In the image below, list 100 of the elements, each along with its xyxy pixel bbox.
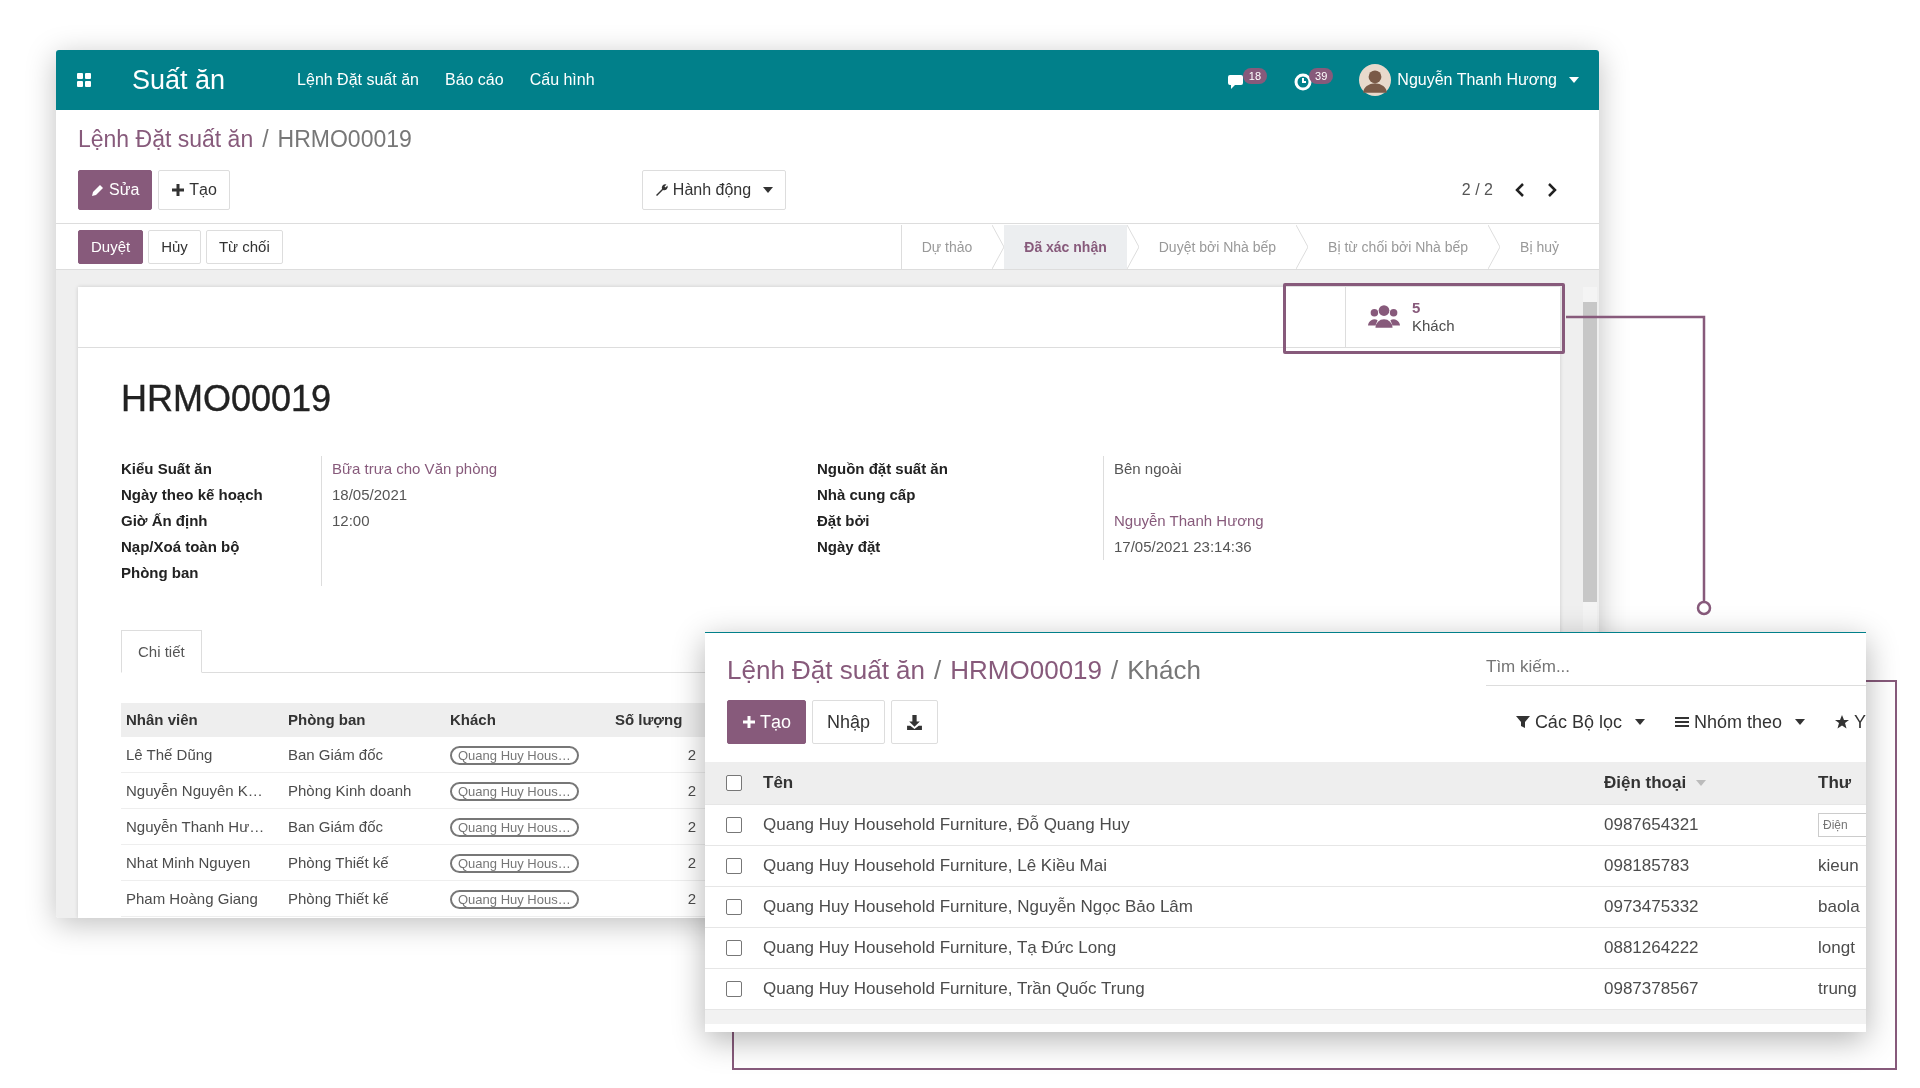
status-stage[interactable]: Duyệt bởi Nhà bếp [1138, 224, 1297, 269]
caret-icon [1795, 719, 1805, 725]
previous-icon[interactable] [1515, 183, 1525, 197]
header-button[interactable]: Từ chối [205, 229, 283, 264]
breadcrumb-separator: / [1111, 654, 1119, 686]
row-checkbox[interactable] [726, 981, 742, 997]
field-value: Bên ngoài [1114, 460, 1182, 477]
user-menu[interactable]: Nguyễn Thanh Hương [1359, 64, 1579, 96]
breadcrumb-separator: / [934, 654, 942, 686]
column-header[interactable]: Điện thoại [1604, 773, 1818, 793]
field-label: Nguồn đặt suất ăn [817, 459, 949, 479]
guest-tag: Quang Huy Hous… [450, 818, 579, 837]
table-cell-text: Ban Giám đốc [287, 746, 385, 763]
table-cell-text: 2 [686, 818, 697, 835]
clock-icon [1293, 72, 1314, 92]
users-icon [1368, 304, 1400, 330]
menu-item[interactable]: Lệnh Đặt suất ăn [297, 71, 419, 89]
search-field[interactable]: Tìm kiếm... [1486, 653, 1866, 686]
guest-tag: Quang Huy Hous… [450, 890, 579, 909]
breadcrumb-link[interactable]: Lệnh Đặt suất ăn [78, 126, 254, 153]
table-cell-text: 0881264222 [1604, 938, 1700, 958]
breadcrumb-link[interactable]: HRMO00019 [950, 654, 1102, 686]
table-cell-text: Quang Huy Household Furniture, Trần Quốc Trung [763, 979, 1146, 999]
field-label: Giờ Ấn định [121, 511, 209, 531]
pencil-icon [91, 183, 105, 197]
table-cell-text: Lê Thế Dũng [125, 746, 214, 763]
table-cell-text: Quang Huy Household Furniture, Đỗ Quang Huy [763, 815, 1131, 835]
status-stage[interactable]: Dự thảo [901, 224, 993, 269]
list-icon [1674, 715, 1689, 729]
filters-dropdown[interactable]: Các Bộ lọc [1515, 711, 1645, 733]
row-checkbox[interactable] [726, 858, 742, 874]
guest-tag: Quang Huy Hous… [450, 746, 579, 765]
sort-icon [1696, 780, 1707, 786]
table-cell-text: 0987654321 [1604, 815, 1700, 835]
notebook-tab[interactable]: Chi tiết [121, 630, 202, 673]
table-cell-text: Nguyễn Thanh Hư… [125, 818, 266, 835]
field-label: Nạp/Xoá toàn bộ Phòng ban [121, 537, 241, 583]
row-checkbox[interactable] [726, 817, 742, 833]
breadcrumb-link[interactable]: Lệnh Đặt suất ăn [727, 654, 926, 686]
input-field[interactable]: Điện [1818, 813, 1866, 837]
table-cell-text: 0987378567 [1604, 979, 1700, 999]
row-checkbox[interactable] [726, 940, 742, 956]
caret-icon [1634, 719, 1645, 725]
field-label: Nhà cung cấp [817, 485, 917, 505]
table-cell-text: 0973475332 [1604, 897, 1700, 917]
apps-menu-icon[interactable] [76, 72, 92, 88]
breadcrumb-current: HRMO00019 [277, 126, 412, 153]
field-label: Kiểu Suất ăn [121, 459, 213, 479]
download-button[interactable] [891, 700, 939, 744]
column-header[interactable]: Tên [763, 773, 1604, 793]
notification-badge: 18 [1242, 68, 1268, 84]
favorites-dropdown[interactable]: Y [1835, 711, 1866, 733]
download-icon [906, 713, 924, 731]
select-all-checkbox[interactable] [726, 775, 742, 791]
table-cell-text: Quang Huy Household Furniture, Lê Kiều Mai [763, 856, 1108, 876]
field-value: 12:00 [332, 512, 370, 529]
column-header[interactable]: Số lượng [610, 711, 700, 728]
column-header[interactable]: Phòng ban [283, 711, 445, 728]
menu-item[interactable]: Cấu hình [529, 71, 595, 89]
header-button[interactable]: Duyệt [78, 229, 144, 264]
plus-icon [171, 183, 186, 197]
caret-icon [763, 187, 774, 193]
table-cell-text: 098185783 [1604, 856, 1691, 876]
table-cell-text: 2 [686, 782, 697, 799]
next-icon[interactable] [1547, 183, 1557, 197]
guest-tag: Quang Huy Hous… [450, 854, 579, 873]
pager-counter: 2 / 2 [1461, 181, 1493, 199]
star-icon [1835, 715, 1849, 729]
table-cell: baola [1818, 897, 1860, 917]
status-stage[interactable]: Đã xác nhận [1004, 224, 1127, 269]
create-button[interactable]: Tạo [727, 700, 807, 744]
table-cell-text: Phòng Thiết kế [287, 890, 390, 907]
messages-button[interactable]: 18 [1226, 68, 1268, 92]
table-cell: trung [1818, 979, 1857, 999]
group-by-dropdown[interactable]: Nhóm theo [1674, 711, 1805, 733]
action-dropdown[interactable]: Hành động [641, 170, 787, 210]
table-cell-text: 2 [686, 854, 697, 871]
activities-button[interactable]: 39 [1293, 68, 1334, 92]
field-link[interactable]: Bữa trưa cho Văn phòng [332, 460, 498, 477]
field-link[interactable]: Nguyễn Thanh Hương [1114, 512, 1264, 529]
table-cell-text: Phòng Kinh doanh [287, 782, 413, 799]
create-button[interactable]: Tạo [158, 170, 230, 210]
table-cell-text: Pham Hoàng Giang [125, 890, 259, 907]
breadcrumb-separator: / [262, 126, 269, 153]
table-cell-text: Quang Huy Household Furniture, Nguyễn Ngọc Bảo Lâm [763, 897, 1194, 917]
table-cell-text: Phòng Thiết kế [287, 854, 390, 871]
column-header[interactable]: Thư [1818, 773, 1866, 793]
row-checkbox[interactable] [726, 899, 742, 915]
edit-button[interactable]: Sửa [78, 170, 153, 210]
status-stage[interactable]: Bị từ chối bởi Nhà bếp [1308, 224, 1489, 269]
table-cell: longt [1818, 938, 1855, 958]
guest-tag: Quang Huy Hous… [450, 782, 579, 801]
menu-item[interactable]: Báo cáo [444, 71, 504, 89]
column-header[interactable]: Nhân viên [121, 711, 283, 728]
header-button[interactable]: Hủy [148, 229, 201, 264]
wrench-icon [654, 183, 669, 197]
import-button[interactable]: Nhập [812, 700, 886, 744]
status-stage[interactable]: Bị huỷ [1500, 224, 1579, 269]
column-header[interactable]: Khách [445, 711, 610, 728]
guests-smart-button[interactable]: 5 Khách [1345, 287, 1560, 347]
